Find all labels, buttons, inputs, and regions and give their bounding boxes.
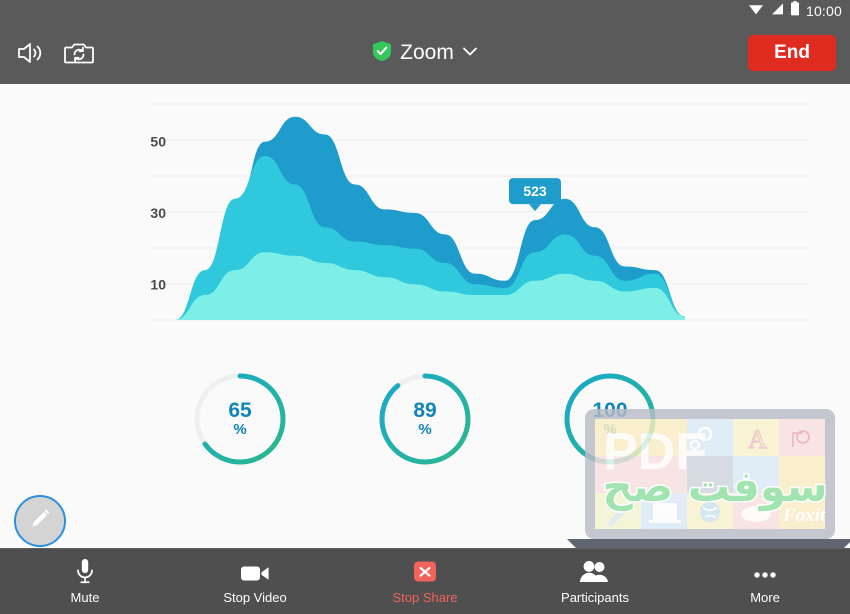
- battery-icon: [790, 1, 800, 21]
- gauge-65-label: 65 %: [190, 369, 290, 469]
- speaker-icon: [16, 43, 46, 69]
- participants-button[interactable]: Participants: [510, 549, 680, 614]
- gauge-89-unit: %: [418, 421, 432, 439]
- mute-button[interactable]: Mute: [0, 549, 170, 614]
- gauge-89: 89 %: [375, 369, 475, 469]
- gauge-65-value: 65: [228, 399, 252, 423]
- more-button-label: More: [750, 590, 780, 605]
- y-axis-tick-label: 10: [150, 276, 166, 292]
- gauge-row: 65 % 89 % 100 %: [0, 354, 850, 484]
- stop-share-button[interactable]: Stop Share: [340, 549, 510, 614]
- video-camera-icon: [240, 558, 270, 584]
- gauge-65: 65 %: [190, 369, 290, 469]
- meeting-top-bar: Zoom End: [0, 22, 850, 84]
- stop-share-button-label: Stop Share: [392, 590, 458, 605]
- gauge-100-label: 100 %: [560, 369, 660, 469]
- android-status-bar: 10:00: [0, 0, 850, 22]
- participants-button-label: Participants: [561, 590, 629, 605]
- participants-icon: [579, 558, 611, 584]
- shield-check-icon: [372, 40, 392, 67]
- mute-button-label: Mute: [70, 590, 100, 605]
- end-button[interactable]: End: [748, 35, 836, 71]
- tooltip-value: 523: [523, 183, 547, 199]
- gauge-89-label: 89 %: [375, 369, 475, 469]
- area-chart-svg: 10 30 50 523: [150, 103, 810, 321]
- status-clock: 10:00: [805, 3, 842, 19]
- stop-share-icon: [411, 558, 439, 584]
- gauge-100-unit: %: [603, 421, 617, 439]
- stop-video-button-label: Stop Video: [223, 590, 287, 605]
- pencil-icon: [26, 505, 54, 538]
- chevron-down-icon[interactable]: [462, 44, 478, 62]
- meeting-title-group[interactable]: Zoom: [0, 40, 850, 67]
- switch-camera-button[interactable]: [64, 40, 94, 66]
- gauge-100-value: 100: [592, 399, 628, 423]
- microphone-icon: [74, 558, 96, 584]
- stop-video-button[interactable]: Stop Video: [170, 549, 340, 614]
- tooltip-pointer: [529, 204, 541, 212]
- wifi-icon: [748, 2, 764, 21]
- gauge-100: 100 %: [560, 369, 660, 469]
- speaker-button[interactable]: [16, 40, 46, 66]
- shared-screen-content: 10 30 50 523 65 % 89 % 100 %: [0, 84, 850, 548]
- signal-icon: [770, 2, 784, 21]
- more-button[interactable]: More: [680, 549, 850, 614]
- y-axis-tick-label: 50: [150, 134, 166, 150]
- meeting-controls-toolbar: Mute Stop Video Stop Share Participants …: [0, 548, 850, 614]
- switch-camera-icon: [64, 43, 94, 69]
- page-title: Zoom: [400, 41, 454, 64]
- gauge-89-value: 89: [413, 399, 437, 423]
- gauge-65-unit: %: [233, 421, 247, 439]
- y-axis-tick-label: 30: [150, 205, 166, 221]
- more-dots-icon: [750, 558, 780, 584]
- annotate-button[interactable]: [14, 495, 66, 547]
- zoom-screen-share-app: 10:00 Zoom End 10 30 50 523 65 % 89 % 10…: [0, 0, 850, 614]
- area-chart: 10 30 50 523: [0, 84, 850, 339]
